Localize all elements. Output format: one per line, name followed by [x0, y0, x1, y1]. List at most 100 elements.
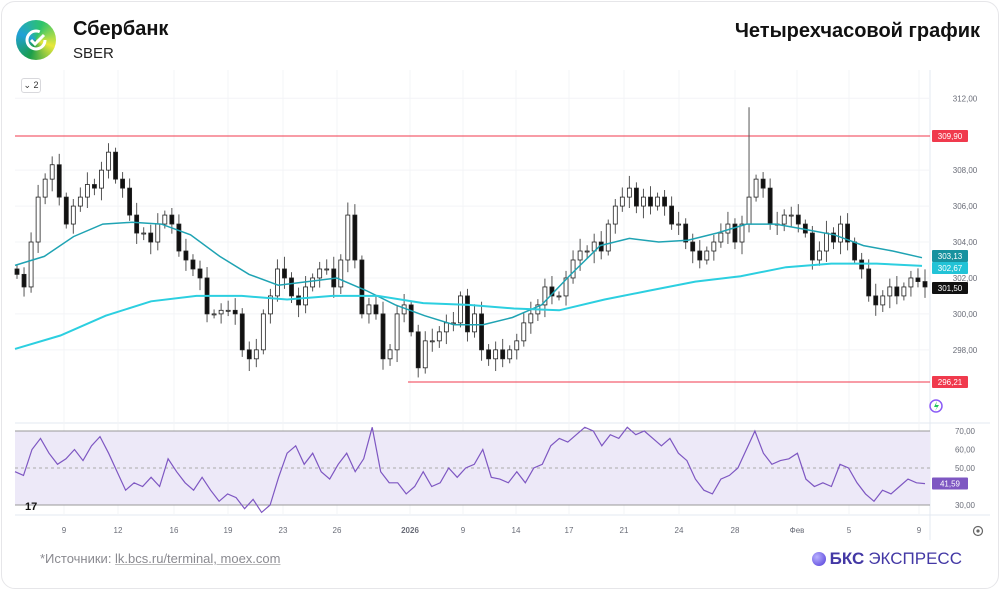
candle-down	[21, 273, 27, 288]
x-tick-label: 23	[279, 526, 288, 535]
price-chart[interactable]: 9 12 16 19 23 26 2026 9 14 17 21 24 28 Фев 5 9 312,00 308…	[0, 0, 1000, 590]
candle-up	[324, 268, 330, 271]
candle-up	[514, 340, 520, 351]
level-price-badge: 309,90	[932, 130, 968, 142]
y-tick-label: 304,00	[953, 238, 978, 247]
candle-up	[655, 196, 660, 207]
candle-up	[394, 313, 400, 351]
candle-up	[225, 309, 231, 312]
candle-down	[359, 259, 365, 315]
candle-down	[282, 268, 287, 279]
candle-up	[443, 322, 449, 333]
x-tick-label: 14	[512, 526, 521, 535]
candle-up	[556, 295, 562, 298]
x-tick-label: Фев	[790, 526, 805, 535]
candle-up	[338, 259, 344, 288]
candle-down	[408, 304, 414, 333]
sources-note: *Источники: lk.bcs.ru/terminal, moex.com	[40, 551, 280, 566]
candle-up	[817, 250, 822, 261]
candle-down	[683, 223, 689, 243]
x-tick-label: 5	[847, 526, 852, 535]
candle-up	[436, 331, 442, 342]
candle-down	[239, 313, 245, 351]
ma-slow-badge-text: 302,67	[938, 264, 963, 273]
tradingview-logo-icon: 17	[25, 501, 37, 513]
candle-down	[697, 250, 703, 261]
candle-up	[70, 205, 76, 225]
candle-down	[176, 223, 182, 252]
bcs-express-logo: БКС ЭКСПРЕСС	[811, 549, 962, 569]
brand-dot-icon	[811, 552, 826, 566]
candle-up	[35, 196, 41, 243]
candle-up	[528, 313, 534, 324]
candle-down	[760, 178, 766, 189]
candle-up	[275, 268, 280, 297]
candle-up	[626, 187, 632, 198]
candle-down	[500, 349, 506, 360]
candle-down	[486, 349, 491, 360]
x-tick-label: 21	[620, 526, 629, 535]
candle-down	[120, 178, 125, 189]
rsi-value-badge-text: 41,59	[940, 480, 961, 489]
candle-down	[852, 241, 858, 261]
candle-up	[619, 196, 625, 207]
candle-up	[106, 151, 111, 171]
candle-up	[387, 349, 393, 360]
candle-down	[809, 232, 815, 261]
y-tick-label: 306,00	[953, 202, 978, 211]
sources-prefix: *Источники:	[40, 551, 116, 566]
candle-up	[218, 309, 224, 315]
candle-up	[612, 205, 618, 225]
candle-down	[915, 277, 921, 282]
candle-up	[49, 164, 55, 180]
x-tick-label: 16	[170, 526, 179, 535]
candle-up	[739, 223, 745, 243]
x-tick-label: 2026	[401, 526, 419, 535]
candle-down	[479, 313, 484, 351]
candle-up	[718, 232, 724, 243]
candle-down	[63, 196, 69, 225]
y-tick-label: 302,00	[953, 274, 978, 283]
candle-up	[901, 286, 907, 297]
candle-up	[838, 223, 843, 243]
candle-up	[746, 196, 752, 225]
level-price-badge-text: 296,21	[938, 378, 963, 387]
candle-up	[824, 232, 829, 252]
candle-up	[676, 223, 682, 226]
candle-up	[753, 178, 759, 198]
candle-up	[211, 313, 217, 316]
x-tick-label: 24	[675, 526, 684, 535]
sources-links[interactable]: lk.bcs.ru/terminal, moex.com	[115, 551, 280, 566]
candle-up	[99, 169, 104, 189]
candle-down	[169, 214, 175, 225]
candle-up	[84, 184, 90, 198]
brand-bold: БКС	[829, 549, 865, 568]
settings-gear-icon[interactable]	[972, 525, 984, 537]
candle-up	[521, 322, 527, 342]
candle-up	[141, 232, 147, 235]
candle-up	[28, 241, 34, 288]
ma-slow-badge: 302,67	[932, 262, 968, 274]
candle-down	[289, 277, 294, 297]
candle-down	[380, 313, 386, 360]
candle-down	[415, 331, 421, 369]
candle-down	[127, 187, 133, 216]
candle-down	[669, 205, 675, 225]
y-tick-label: 300,00	[953, 310, 978, 319]
x-tick-label: 12	[114, 526, 123, 535]
x-tick-label: 9	[917, 526, 922, 535]
y-tick-label: 308,00	[953, 166, 978, 175]
candle-up	[345, 214, 351, 261]
rsi-tick-label: 50,00	[955, 464, 976, 473]
candle-up	[429, 340, 435, 343]
candle-down	[873, 295, 879, 306]
last-price-badge-text: 301,50	[938, 284, 963, 293]
candle-down	[246, 349, 252, 360]
candle-down	[14, 268, 20, 275]
candle-down	[296, 295, 301, 306]
candle-down	[352, 214, 358, 261]
candle-up	[310, 277, 316, 288]
candle-up	[317, 268, 323, 279]
candle-up	[472, 313, 477, 333]
candle-down	[767, 187, 773, 225]
